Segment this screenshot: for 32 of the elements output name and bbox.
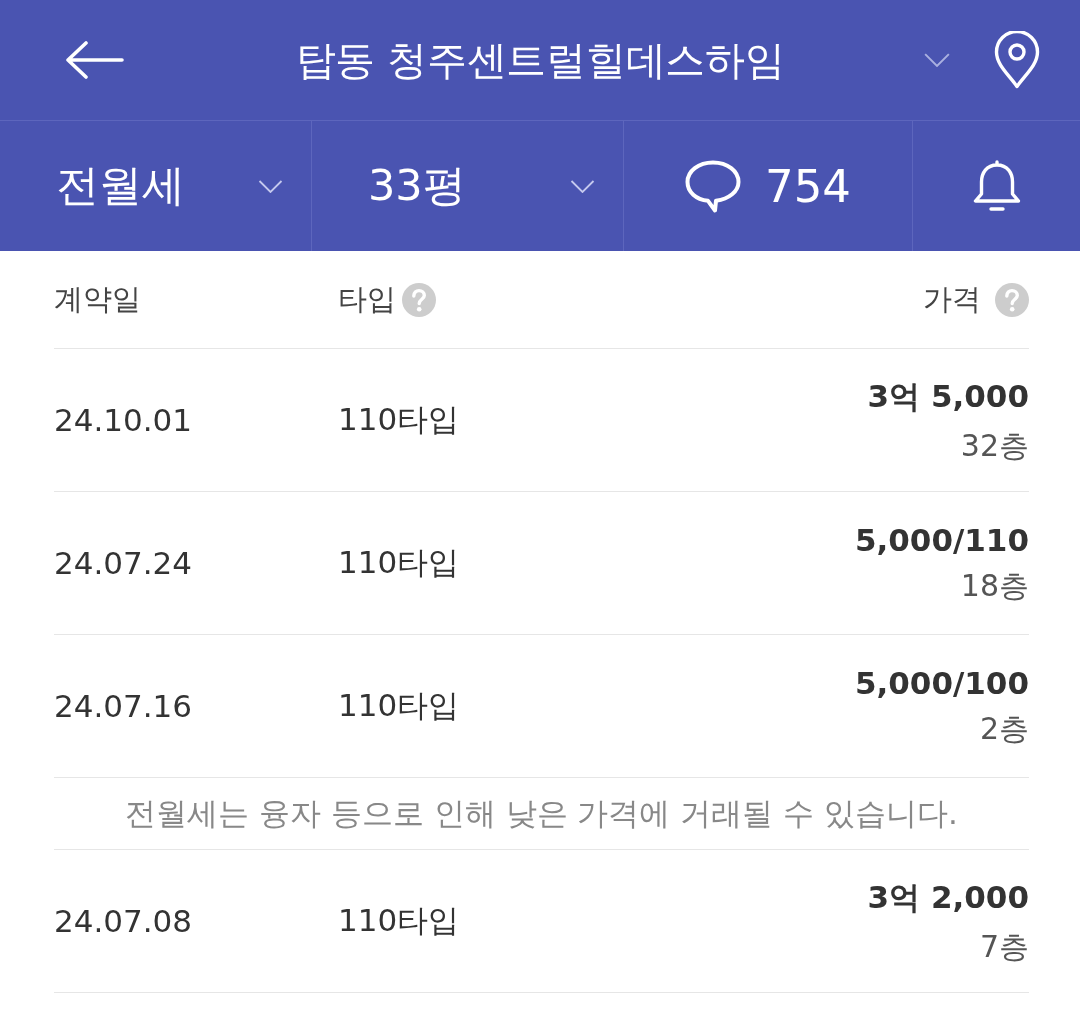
map-pin-icon[interactable] <box>994 31 1040 89</box>
contract-date: 24.07.08 <box>54 903 193 939</box>
floor: 7층 <box>979 927 1029 966</box>
floor: 18층 <box>960 566 1029 605</box>
price: 5,000/110 <box>854 521 1029 558</box>
column-header: 계약일 <box>54 280 141 318</box>
filter-dropdown[interactable]: 전월세 <box>0 121 312 251</box>
contract-date: 24.10.01 <box>54 402 193 438</box>
filter-dropdown[interactable]: 33평 <box>312 121 624 251</box>
speech-bubble-icon <box>685 159 742 213</box>
contract-date: 24.07.16 <box>54 688 193 724</box>
unit-type: 110타입 <box>338 901 460 940</box>
contract-date: 24.07.24 <box>54 545 193 581</box>
unit-type: 110타입 <box>338 400 460 439</box>
chevron-down-icon <box>570 179 595 193</box>
notice-text: 전월세는 융자 등으로 인해 낮은 가격에 거래될 수 있습니다. <box>125 793 958 833</box>
back-button[interactable] <box>66 41 124 79</box>
unit-type: 110타입 <box>338 686 460 725</box>
floor: 2층 <box>979 709 1029 748</box>
price: 3억 5,000 <box>867 376 1029 416</box>
column-header: 가격 <box>923 280 981 318</box>
back-arrow-icon <box>66 41 124 79</box>
chevron-down-icon <box>258 179 283 193</box>
chevron-down-icon[interactable] <box>924 53 950 67</box>
unit-type: 110타입 <box>338 543 460 582</box>
complex-title: 탑동 청주센트럴힐데스하임 <box>295 35 785 85</box>
price: 3억 2,000 <box>867 877 1029 917</box>
comments-button[interactable]: 754 <box>624 121 913 251</box>
price: 5,000/100 <box>854 664 1029 701</box>
floor: 32층 <box>960 426 1029 465</box>
bell-icon <box>971 160 1022 212</box>
column-header: 타입 <box>338 280 396 318</box>
